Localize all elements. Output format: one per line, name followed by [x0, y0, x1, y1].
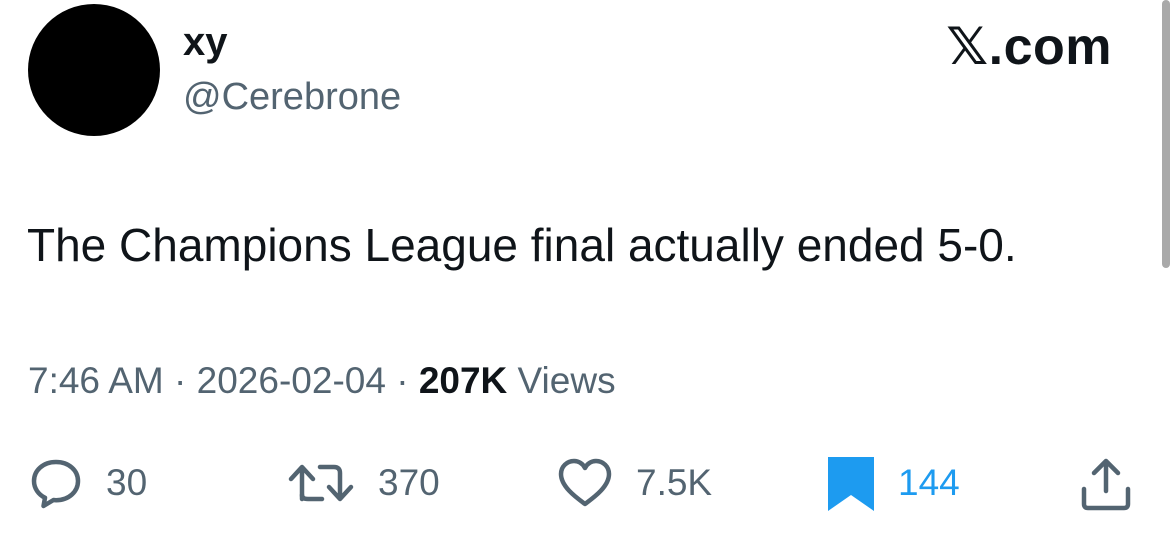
share-icon: [1081, 458, 1131, 511]
share-button[interactable]: [1076, 450, 1136, 516]
reply-count: 30: [106, 462, 148, 503]
scrollbar[interactable]: [1162, 0, 1170, 268]
tweet-meta: 7:46 AM · 2026-02-04 · 207K Views: [28, 358, 616, 404]
action-bar: 30 370 7.5K 144: [0, 450, 1170, 520]
avatar[interactable]: [28, 4, 160, 136]
author-display-name[interactable]: xy: [183, 18, 228, 66]
views-count: 207K: [418, 360, 508, 401]
reply-icon: [31, 459, 81, 509]
heart-icon: [558, 458, 612, 507]
retweet-count: 370: [378, 462, 440, 503]
author-handle[interactable]: @Cerebrone: [183, 74, 401, 120]
tweet-text: The Champions League final actually ende…: [27, 219, 1017, 271]
bookmark-icon: [828, 457, 874, 511]
like-button[interactable]: 7.5K: [556, 450, 712, 516]
reply-button[interactable]: 30: [28, 450, 147, 516]
retweet-icon: [288, 464, 354, 502]
tweet-time[interactable]: 7:46 AM: [28, 360, 164, 401]
like-count: 7.5K: [636, 462, 713, 503]
retweet-button[interactable]: 370: [286, 450, 440, 516]
meta-separator: ·: [385, 360, 419, 401]
tweet-date[interactable]: 2026-02-04: [197, 360, 386, 401]
views-label: Views: [507, 360, 616, 401]
bookmark-button[interactable]: 144: [826, 450, 960, 516]
bookmark-count: 144: [898, 462, 960, 503]
meta-separator: ·: [163, 360, 197, 401]
x-com-logo: 𝕏.com: [946, 18, 1112, 76]
